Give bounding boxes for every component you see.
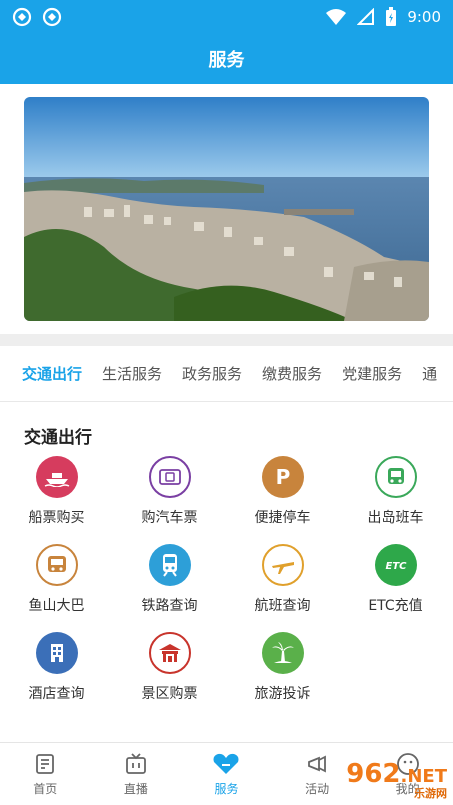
service-label: 酒店查询 <box>28 686 85 702</box>
parking-icon: P <box>261 456 304 498</box>
tab-government[interactable]: 政务服务 <box>172 363 252 384</box>
service-hotel[interactable]: 酒店查询 <box>0 632 113 703</box>
page-title-bar: 服务 <box>0 34 453 84</box>
nav-label: 活动 <box>305 781 330 796</box>
tab-more[interactable]: 通 <box>412 363 447 384</box>
section-divider <box>0 334 453 346</box>
nav-label: 服务 <box>214 781 239 796</box>
status-bar: 9:00 <box>0 0 453 34</box>
tab-life[interactable]: 生活服务 <box>92 363 172 384</box>
svg-text:P: P <box>275 465 290 489</box>
palm-icon <box>261 632 304 674</box>
shuttle-bus-icon <box>374 456 417 498</box>
train-icon <box>148 544 191 586</box>
hotel-icon <box>35 632 78 674</box>
nav-service[interactable]: 服务 <box>181 743 272 805</box>
watermark: 962.NET 乐游网 <box>346 759 447 801</box>
service-yushan-bus[interactable]: 鱼山大巴 <box>0 544 113 615</box>
service-label: 购汽车票 <box>141 510 198 526</box>
watermark-number: 962 <box>346 759 401 789</box>
tab-party[interactable]: 党建服务 <box>332 363 412 384</box>
service-travel-complaint[interactable]: 旅游投诉 <box>226 632 339 703</box>
home-icon <box>36 753 55 774</box>
banner-image[interactable] <box>24 97 429 321</box>
service-label: 景区购票 <box>141 686 198 702</box>
coach-icon <box>35 544 78 586</box>
service-railway[interactable]: 铁路查询 <box>113 544 226 615</box>
svg-text:ETC: ETC <box>385 561 407 572</box>
watermark-suffix: .NET <box>400 766 447 787</box>
banner-area <box>0 84 453 334</box>
etc-icon: ETC <box>374 544 417 586</box>
activity-icon <box>308 755 326 772</box>
service-scenic-ticket[interactable]: 景区购票 <box>113 632 226 703</box>
clock: 9:00 <box>407 8 441 26</box>
battery-icon <box>386 7 397 26</box>
scenic-icon <box>148 632 191 674</box>
nav-label: 首页 <box>33 781 58 796</box>
sync-icon <box>42 7 62 27</box>
service-label: 旅游投诉 <box>254 686 311 702</box>
city-coast-photo <box>24 97 429 321</box>
nav-live[interactable]: 直播 <box>91 743 182 805</box>
service-label: 出岛班车 <box>367 510 424 526</box>
service-flight[interactable]: 航班查询 <box>226 544 339 615</box>
service-label: 船票购买 <box>28 510 85 526</box>
bus-ticket-icon <box>148 456 191 498</box>
status-left <box>12 7 62 27</box>
page-title: 服务 <box>208 50 245 71</box>
service-bus-ticket[interactable]: 购汽车票 <box>113 456 226 527</box>
service-label: ETC充值 <box>368 598 423 614</box>
section-title: 交通出行 <box>24 428 92 448</box>
nav-label: 直播 <box>123 781 148 796</box>
tab-payment[interactable]: 缴费服务 <box>252 363 332 384</box>
tv-icon <box>125 752 146 774</box>
service-label: 便捷停车 <box>254 510 311 526</box>
service-parking[interactable]: P 便捷停车 <box>226 456 339 527</box>
tab-transport[interactable]: 交通出行 <box>0 363 92 384</box>
status-right: 9:00 <box>325 7 441 27</box>
wifi-icon <box>326 9 347 25</box>
ship-icon <box>35 456 78 498</box>
service-ship-ticket[interactable]: 船票购买 <box>0 456 113 527</box>
service-label: 航班查询 <box>254 598 311 614</box>
plane-icon <box>261 544 304 586</box>
service-label: 鱼山大巴 <box>28 598 85 614</box>
category-tabs: 交通出行 生活服务 政务服务 缴费服务 党建服务 通 <box>0 346 453 402</box>
signal-icon <box>357 8 375 25</box>
service-etc-recharge[interactable]: ETC ETC充值 <box>339 544 452 615</box>
nav-home[interactable]: 首页 <box>0 743 91 805</box>
sync-icon <box>12 7 32 27</box>
service-icon <box>213 753 239 774</box>
service-island-shuttle[interactable]: 出岛班车 <box>339 456 452 527</box>
service-label: 铁路查询 <box>141 598 198 614</box>
